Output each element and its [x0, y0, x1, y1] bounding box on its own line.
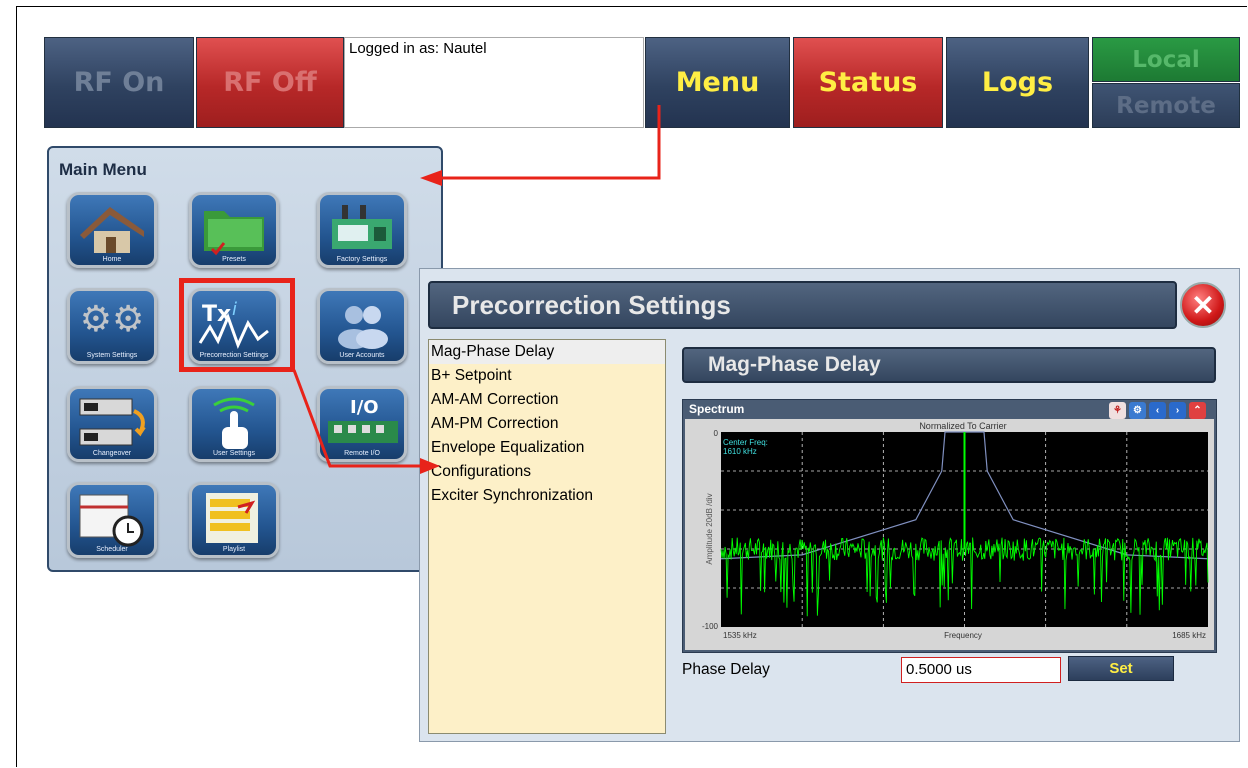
menu-arrow-line [440, 105, 661, 180]
annotation-arrows [292, 105, 661, 474]
menu-arrow-head [420, 170, 442, 186]
precorrection-arrow-line [292, 369, 425, 468]
precorrection-arrow-head [420, 458, 440, 474]
